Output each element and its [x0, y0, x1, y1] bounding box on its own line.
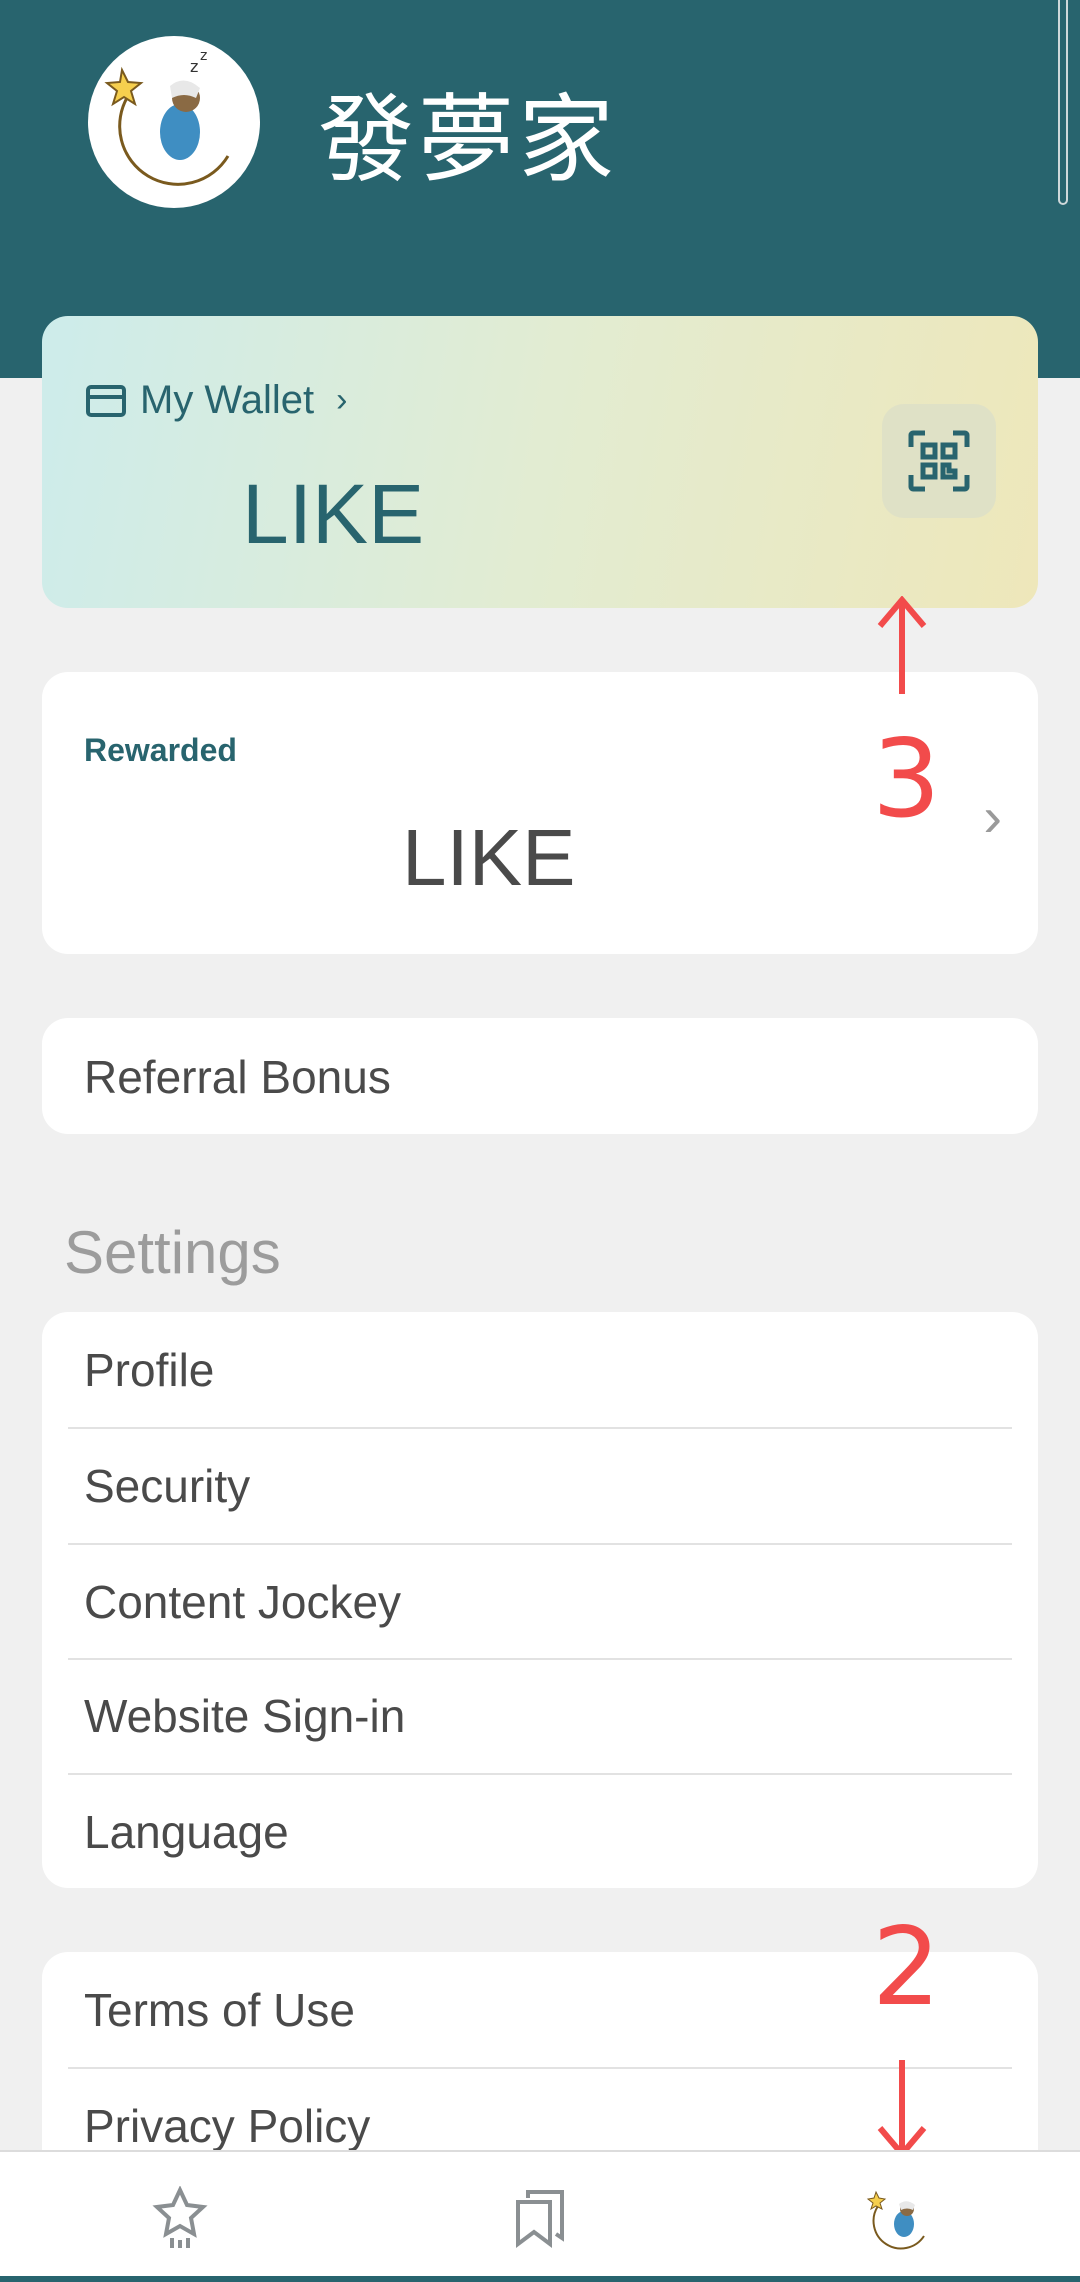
list-item-label: Content Jockey: [84, 1576, 402, 1628]
arrow-up-annotation: [877, 596, 927, 694]
qr-scan-button[interactable]: [882, 404, 996, 518]
rewarded-balance: LIKE: [402, 813, 576, 902]
wallet-card[interactable]: My Wallet › LIKE: [42, 316, 1038, 608]
nav-bookmarks-button[interactable]: [500, 2178, 580, 2258]
username-title: 發夢家: [318, 84, 618, 196]
avatar-icon: [866, 2190, 925, 2250]
list-item-label: Website Sign-in: [84, 1690, 406, 1742]
settings-section-title: Settings: [64, 1219, 281, 1286]
my-wallet-label: My Wallet: [140, 378, 315, 422]
nav-discover-button[interactable]: [140, 2178, 220, 2258]
chevron-right-icon: ›: [983, 785, 1002, 848]
svg-text:z: z: [190, 57, 198, 76]
referral-bonus-label: Referral Bonus: [84, 1051, 391, 1103]
my-wallet-link[interactable]: My Wallet ›: [86, 378, 347, 423]
settings-item-profile[interactable]: Profile: [42, 1312, 1038, 1428]
list-item-label: Privacy Policy: [84, 2100, 371, 2152]
list-item-label: Profile: [84, 1344, 215, 1396]
list-item-label: Security: [84, 1460, 251, 1512]
svg-text:z: z: [200, 48, 207, 64]
list-item-label: Terms of Use: [84, 1984, 355, 2036]
settings-list: Profile Security Content Jockey Website …: [42, 1312, 1038, 1888]
settings-item-website-sign-in[interactable]: Website Sign-in: [42, 1658, 1038, 1774]
system-nav-bar: [0, 2276, 1080, 2282]
qr-scan-icon: [908, 430, 970, 492]
nav-profile-button[interactable]: [860, 2178, 940, 2258]
annotation-marker-2: 2: [872, 1905, 941, 2030]
scrollbar[interactable]: [1058, 0, 1068, 205]
list-item-label: Language: [84, 1806, 289, 1858]
bottom-navigation: [0, 2150, 1080, 2282]
wallet-balance: LIKE: [242, 467, 425, 561]
sleeping-moon-avatar-icon[interactable]: z z: [88, 36, 260, 208]
settings-item-content-jockey[interactable]: Content Jockey: [42, 1544, 1038, 1660]
settings-item-language[interactable]: Language: [42, 1774, 1038, 1890]
annotation-marker-3: 3: [872, 717, 941, 842]
arrow-down-annotation: [877, 2060, 927, 2158]
rewarded-label: Rewarded: [84, 732, 237, 768]
chevron-right-icon: ›: [336, 381, 348, 419]
bookmarks-icon: [516, 2190, 564, 2248]
settings-item-security[interactable]: Security: [42, 1428, 1038, 1544]
wallet-icon: [86, 384, 126, 417]
referral-bonus-item[interactable]: Referral Bonus: [42, 1018, 1038, 1134]
star-rocket-icon: [152, 2186, 208, 2248]
